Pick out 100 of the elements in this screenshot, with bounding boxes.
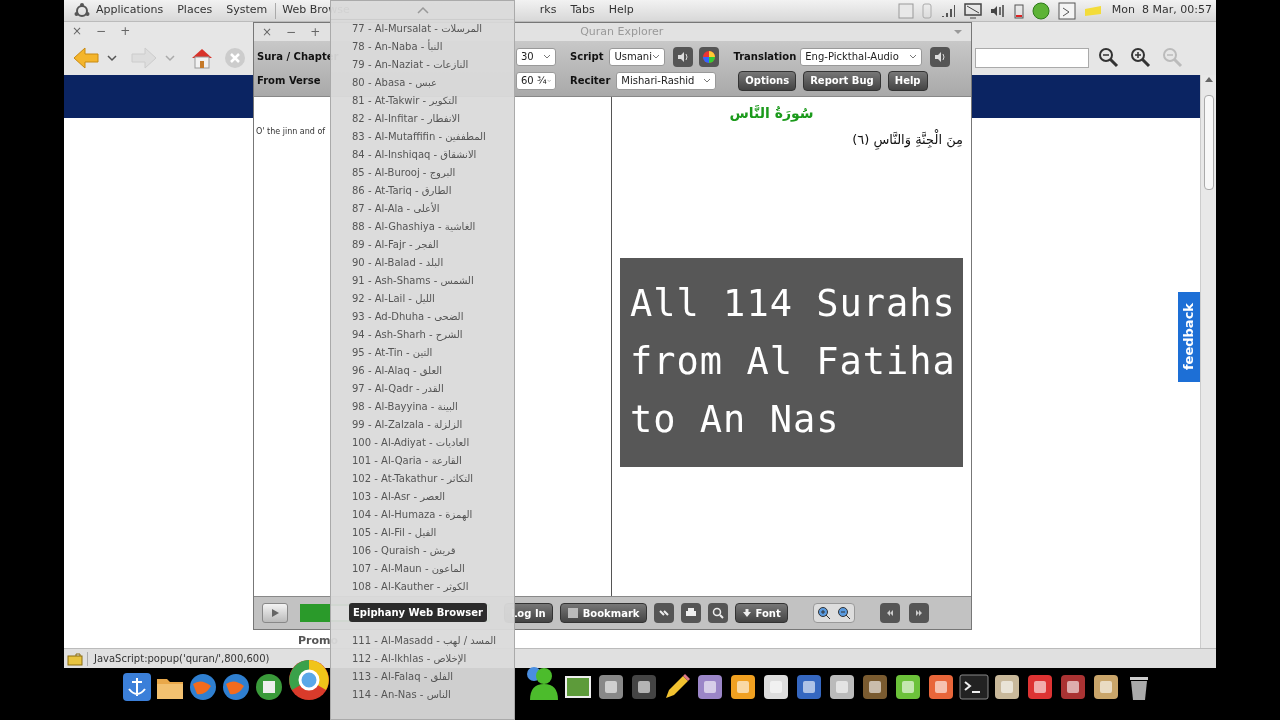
- dropdown-item[interactable]: 78 - An-Naba - النبأ: [331, 38, 514, 56]
- battery-icon[interactable]: [1013, 2, 1024, 19]
- dropdown-item[interactable]: 88 - Al-Ghashiya - الغاشية: [331, 218, 514, 236]
- dropdown-item[interactable]: 89 - Al-Fajr - الفجر: [331, 236, 514, 254]
- dropdown-item[interactable]: 99 - Al-Zalzala - الزلزلة: [331, 416, 514, 434]
- dropdown-item[interactable]: 83 - Al-Mutaffifin - المطففين: [331, 128, 514, 146]
- speaker-button[interactable]: [673, 46, 694, 67]
- app-icon[interactable]: [926, 672, 956, 702]
- app-icon[interactable]: [761, 672, 791, 702]
- panel-menu[interactable]: Places: [177, 2, 213, 19]
- dropdown-item[interactable]: 108 - Al-Kauther - الكوثر: [331, 578, 514, 596]
- feedback-tab[interactable]: feedback: [1178, 292, 1200, 382]
- address-field[interactable]: [975, 47, 1089, 68]
- clock[interactable]: Mon 8 Mar, 00:57: [1111, 2, 1212, 19]
- anchor-icon[interactable]: [122, 672, 152, 702]
- app-icon[interactable]: [1058, 672, 1088, 702]
- dropdown-item[interactable]: 82 - Al-Infitar - الانفطار: [331, 110, 514, 128]
- dropdown-item[interactable]: 107 - Al-Maun - الماعون: [331, 560, 514, 578]
- window-control[interactable]: −: [96, 22, 107, 40]
- logo-icon[interactable]: [74, 2, 90, 19]
- caret-icon: [909, 53, 918, 60]
- window-icon[interactable]: [1057, 1, 1076, 20]
- dropdown-item[interactable]: 77 - Al-Mursalat - المرسلات: [331, 20, 514, 38]
- color-button[interactable]: [699, 46, 720, 67]
- scroll-up-icon[interactable]: [1203, 75, 1214, 85]
- signal-icon[interactable]: [939, 3, 956, 18]
- window-control[interactable]: +: [120, 22, 131, 40]
- dropdown-item[interactable]: 90 - Al-Balad - البلد: [331, 254, 514, 272]
- dropdown-item[interactable]: 84 - Al-Inshiqaq - الانشقاق: [331, 146, 514, 164]
- previous-button[interactable]: [879, 603, 900, 623]
- ring-icon[interactable]: [287, 658, 331, 702]
- app-icon[interactable]: [860, 672, 890, 702]
- search-button[interactable]: [707, 603, 728, 623]
- dropdown-item[interactable]: 106 - Quraish - قريش: [331, 542, 514, 560]
- header-button[interactable]: Options: [738, 70, 797, 91]
- dropdown-item[interactable]: 85 - Al-Burooj - البروج: [331, 164, 514, 182]
- print-button[interactable]: [680, 603, 701, 623]
- play-button[interactable]: [262, 603, 288, 623]
- terminal-icon[interactable]: [959, 672, 989, 702]
- window-control[interactable]: ×: [72, 22, 83, 40]
- dropdown-item[interactable]: 101 - Al-Qaria - القارعة: [331, 452, 514, 470]
- dropdown-item[interactable]: 100 - Al-Adiyat - العاديات: [331, 434, 514, 452]
- volume-icon[interactable]: [989, 3, 1006, 18]
- header-button[interactable]: Help: [887, 70, 928, 91]
- app-icon[interactable]: [1025, 672, 1055, 702]
- script-select[interactable]: Usmani: [609, 47, 666, 66]
- dropdown-item[interactable]: 98 - Al-Bayyina - البينة: [331, 398, 514, 416]
- app-icon[interactable]: [695, 672, 725, 702]
- zoom-out-icon[interactable]: [1097, 45, 1121, 70]
- zoom-out-icon: [836, 606, 851, 620]
- app-icon[interactable]: [992, 672, 1022, 702]
- app-icon[interactable]: [827, 672, 857, 702]
- dropdown-item[interactable]: 80 - Abasa - عبس: [331, 74, 514, 92]
- translation-select[interactable]: Eng-Pickthal-Audio: [800, 47, 923, 66]
- dropdown-item[interactable]: 114 - An-Nas - الناس: [331, 686, 514, 704]
- next-button[interactable]: [908, 603, 929, 623]
- dropdown-item[interactable]: 91 - Ash-Shams - الشمس: [331, 272, 514, 290]
- app-menu[interactable]: Help: [608, 2, 634, 19]
- dropdown-item[interactable]: 103 - Al-Asr - العصر: [331, 488, 514, 506]
- dropdown-item[interactable]: 102 - At-Takathur - التكاثر: [331, 470, 514, 488]
- font-button[interactable]: Font: [734, 603, 788, 623]
- dropdown-item[interactable]: 112 - Al-Ikhlas - الإخلاص: [331, 650, 514, 668]
- juz-select[interactable]: 30: [516, 47, 556, 66]
- reciter-select[interactable]: Mishari-Rashid: [616, 71, 717, 90]
- dropdown-item[interactable]: 105 - Al-Fil - الفيل: [331, 524, 514, 542]
- window-control[interactable]: −: [286, 23, 297, 41]
- zoom-in-icon[interactable]: [1129, 45, 1153, 70]
- app-icon[interactable]: [596, 672, 626, 702]
- dropdown-item[interactable]: 96 - Al-Alaq - العلق: [331, 362, 514, 380]
- scrollbar-thumb[interactable]: [1203, 95, 1214, 190]
- app-icon[interactable]: [728, 672, 758, 702]
- window-control[interactable]: +: [310, 23, 321, 41]
- hizb-select[interactable]: 60 ¾: [516, 71, 556, 90]
- dropdown-item[interactable]: 104 - Al-Humaza - الهمزة: [331, 506, 514, 524]
- monitor-icon[interactable]: [963, 2, 982, 19]
- dropdown-item[interactable]: 95 - At-Tin - التين: [331, 344, 514, 362]
- dropdown-item[interactable]: 97 - Al-Qadr - القدر: [331, 380, 514, 398]
- scrollbar[interactable]: [1200, 75, 1216, 648]
- panel-menu[interactable]: Applications: [96, 2, 164, 19]
- circle-icon[interactable]: [1031, 1, 1050, 20]
- dropdown-item[interactable]: 93 - Ad-Dhuha - الضحى: [331, 308, 514, 326]
- link-button[interactable]: [653, 603, 674, 623]
- dropdown-item[interactable]: 81 - At-Takwir - التكوير: [331, 92, 514, 110]
- dropdown-item[interactable]: 94 - Ash-Sharh - الشرح: [331, 326, 514, 344]
- app-icon[interactable]: [1091, 672, 1121, 702]
- window-control[interactable]: ×: [262, 23, 273, 41]
- dropdown-item[interactable]: 92 - Al-Lail - الليل: [331, 290, 514, 308]
- panel-menu[interactable]: System: [226, 2, 268, 19]
- bookmark-button[interactable]: Bookmark: [559, 603, 647, 623]
- app-icon[interactable]: [794, 672, 824, 702]
- app-menu[interactable]: rks: [539, 2, 557, 19]
- dropdown-item[interactable]: 87 - Al-Ala - الأعلى: [331, 200, 514, 218]
- app-icon[interactable]: [629, 672, 659, 702]
- app-menu[interactable]: Tabs: [570, 2, 595, 19]
- dropdown-item[interactable]: 86 - At-Tariq - الطارق: [331, 182, 514, 200]
- header-button[interactable]: Report Bug: [803, 70, 881, 91]
- caret-icon[interactable]: [106, 52, 118, 63]
- app-icon[interactable]: [893, 672, 923, 702]
- dropdown-item[interactable]: 113 - Al-Falaq - الفلق: [331, 668, 514, 686]
- speaker-button[interactable]: [930, 46, 951, 67]
